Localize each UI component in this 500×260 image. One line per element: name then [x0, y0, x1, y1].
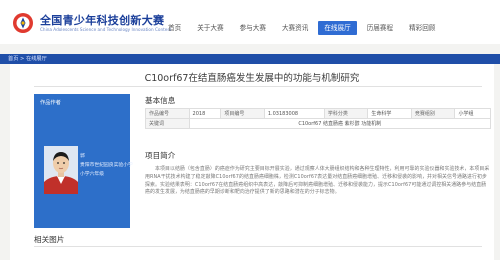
nav-item-review[interactable]: 精彩回顾 — [403, 21, 441, 35]
contest-logo-icon[interactable] — [12, 12, 34, 34]
nav-item-about[interactable]: 关于大赛 — [191, 21, 229, 35]
brand-subtitle: China Adolescents Science and Technology… — [40, 27, 172, 32]
nav-item-news[interactable]: 大赛资讯 — [276, 21, 314, 35]
student-photo — [44, 146, 78, 194]
breadcrumb[interactable]: 首页 > 在线展厅 — [8, 55, 47, 62]
table-row: 关键词 C10orf67 结直肠癌 紫杉醇 功能机制 — [145, 118, 492, 129]
project-card: C10orf67在结直肠癌发生发展中的功能与机制研究 作品作者 郭 贵阳市世纪园… — [10, 64, 494, 260]
brand-title[interactable]: 全国青少年科技创新大赛 — [40, 12, 164, 28]
basic-info-heading: 基本信息 — [145, 96, 176, 105]
nav-item-home[interactable]: 首页 — [162, 21, 187, 35]
basic-info-table: 作品编号 2018 项目编号 1.03183008 学科分类 生命科学 竞赛组别… — [145, 108, 492, 129]
intro-text: 本项目以结肠（包含直肠）的癌症作为研究主要目标开展实验，通过观察人体大肠组织结构… — [145, 166, 490, 196]
intro-heading: 项目简介 — [145, 151, 176, 160]
table-cell: 项目编号 — [220, 108, 265, 119]
student-grade: 小学六年级 — [80, 172, 104, 177]
table-cell: 生命科学 — [367, 108, 412, 119]
table-cell: 2018 — [188, 108, 222, 119]
student-panel-label: 作品作者 — [40, 100, 61, 106]
nav-item-participate[interactable]: 参与大赛 — [234, 21, 272, 35]
title-divider — [34, 86, 482, 87]
page-title: C10orf67在结直肠癌发生发展中的功能与机制研究 — [144, 73, 360, 84]
site-header: 全国青少年科技创新大赛 China Adolescents Science an… — [0, 0, 500, 44]
nav-item-exhibition[interactable]: 在线展厅 — [318, 21, 357, 35]
table-cell: 学科分类 — [323, 108, 369, 119]
page: 全国青少年科技创新大赛 China Adolescents Science an… — [0, 0, 500, 260]
related-images-heading: 相关图片 — [34, 235, 65, 244]
student-panel: 作品作者 郭 贵阳市世纪园良实验小学 小学六年级 — [34, 94, 133, 228]
table-cell: 作品编号 — [145, 108, 190, 119]
student-name: 郭 — [80, 154, 85, 159]
student-school: 贵阳市世纪园良实验小学 — [80, 163, 133, 168]
table-cell: 小学组 — [454, 108, 491, 119]
table-cell: 竞赛组别 — [410, 108, 456, 119]
table-cell: 1.03183008 — [263, 108, 325, 119]
main-nav: 首页 关于大赛 参与大赛 大赛资讯 在线展厅 历届赛程 精彩回顾 — [162, 21, 445, 39]
nav-item-history[interactable]: 历届赛程 — [361, 21, 399, 35]
table-row: 作品编号 2018 项目编号 1.03183008 学科分类 生命科学 竞赛组别… — [145, 108, 491, 119]
keywords-cell: C10orf67 结直肠癌 紫杉醇 功能机制 — [188, 118, 492, 129]
related-divider — [34, 246, 482, 247]
table-cell: 关键词 — [145, 118, 190, 129]
breadcrumb-bar: 首页 > 在线展厅 — [0, 54, 500, 64]
